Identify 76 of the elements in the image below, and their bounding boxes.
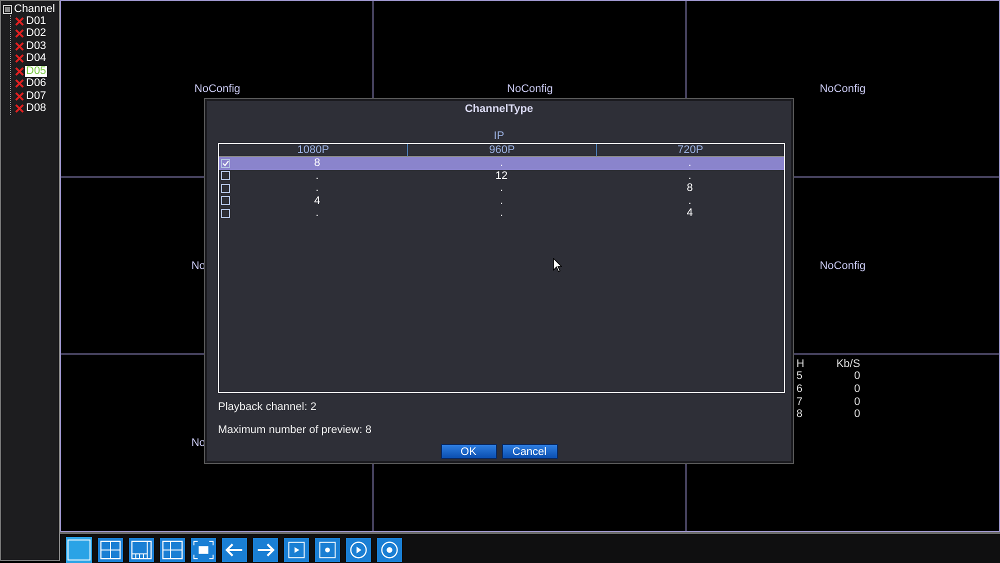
table-cell-text: . [498,194,504,207]
table-cell-text: . [687,170,692,182]
tile-status: NoConfig [818,83,867,96]
channel-item[interactable]: D01 [25,16,48,27]
checkbox[interactable] [221,196,230,206]
table-cell-text: . [314,207,320,220]
stats-cell-text: 0 [853,408,860,421]
table-cell-text: 4 [313,194,322,207]
stats-header: Kb/S [836,357,860,370]
table-cell-text: . [314,170,320,182]
table-cell-text: . [498,157,504,170]
table-row[interactable]: . 12 . [219,170,784,182]
table-cell-text: . [314,182,320,194]
tile-status: NoConfig [506,83,554,96]
dialog-button[interactable]: Cancel [502,444,558,459]
toolbar-button[interactable] [315,538,340,562]
toolbar-button[interactable] [222,538,247,562]
x-mark-icon [15,92,24,101]
table-cell-text: . [687,194,692,207]
table-row[interactable]: . . 8 [219,182,784,194]
info-text: Playback channel: 2 [218,401,316,413]
x-mark-icon [15,104,24,114]
column-header: 720P [596,144,784,156]
tree-checkbox[interactable] [3,4,12,14]
channel-item[interactable]: D02 [25,28,48,40]
stats-cell-text: 0 [853,395,860,408]
toolbar-button[interactable] [377,538,402,562]
dialog-title: ChannelType [464,102,534,117]
mouse-cursor-icon [553,258,562,272]
toolbar-button[interactable] [160,538,185,562]
x-mark-icon [15,29,24,38]
tile-status: NoConfig [818,260,867,272]
group-label: IP [494,130,504,142]
stats-cell-text: 0 [853,382,860,396]
toolbar-button[interactable] [346,538,371,562]
dialog-button[interactable]: OK [440,444,496,459]
table-row[interactable]: . . 4 [219,207,784,220]
checkbox[interactable] [221,158,230,168]
table-cell-text: 12 [494,170,509,182]
checkbox[interactable] [221,184,230,193]
table-row[interactable]: 4 . . [219,194,784,207]
checkbox[interactable] [221,171,230,180]
table-cell-text: 8 [686,182,694,194]
x-mark-icon [15,16,24,26]
info-text: Maximum number of preview: 8 [218,424,372,436]
column-header: 960P [407,144,596,156]
x-mark-icon [15,79,24,88]
tile-status: NoConfig [193,83,242,96]
column-header: 1080P [296,144,330,156]
x-mark-icon [15,66,24,76]
channel-item[interactable]: D03 [25,40,48,52]
checkbox[interactable] [221,208,230,218]
table-cell-text: . [498,207,504,220]
channel-item[interactable]: D04 [25,53,48,64]
stats-cell-text: 8 [796,408,804,421]
toolbar-button[interactable] [284,538,309,562]
table-cell-text: . [498,182,504,194]
table-cell-text: . [687,157,692,170]
toolbar-button[interactable] [253,538,278,562]
stats-header: H [796,357,806,370]
tree-root-label[interactable]: Channel [14,3,55,15]
table-cell-text: 4 [686,207,694,220]
single-view-icon [66,538,92,562]
x-mark-icon [15,54,24,64]
stats-cell-text: 5 [796,370,804,383]
toolbar-button[interactable] [98,538,123,562]
channel-item[interactable]: D07 [25,90,48,102]
toolbar-button[interactable] [191,538,216,562]
toolbar-button[interactable] [129,538,154,562]
channel-item[interactable]: D06 [25,78,48,90]
x-mark-icon [15,42,24,51]
table-cell-text: 8 [313,157,322,170]
stats-cell-text: 0 [853,370,860,383]
channel-item[interactable]: D08 [25,103,48,114]
stats-cell-text: 7 [796,395,804,408]
stats-cell-text: 6 [796,382,804,396]
